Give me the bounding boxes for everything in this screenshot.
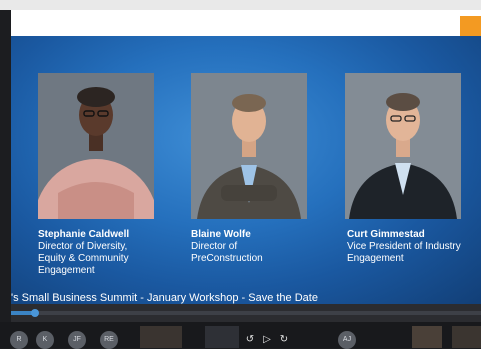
presenter-title-line: PreConstruction [191, 253, 263, 264]
progress-handle[interactable] [30, 309, 39, 317]
participant-video-thumbnail[interactable] [412, 326, 442, 348]
previous-icon[interactable]: ↺ [243, 333, 257, 347]
presenter-title-line: Director of Diversity, [38, 241, 128, 252]
participant-avatar[interactable]: R [10, 331, 28, 349]
participant-avatar[interactable]: JF [68, 331, 86, 349]
slide-header-band [11, 10, 481, 36]
participant-video-thumbnail[interactable] [205, 326, 239, 348]
progress-track [11, 311, 481, 315]
participant-avatar[interactable]: AJ [338, 331, 356, 349]
presenter-photo-3 [345, 73, 461, 219]
presenter-photo-2 [191, 73, 307, 219]
next-icon[interactable]: ↻ [277, 333, 291, 347]
play-icon[interactable]: ▷ [260, 333, 274, 347]
presenter-title-line: Equity & Community [38, 253, 129, 264]
presenter-photo-1 [38, 73, 154, 219]
participant-video-thumbnail[interactable] [140, 326, 182, 348]
presenter-title-3: Vice President of Industry Engagement [347, 241, 481, 265]
playback-progress-bar[interactable] [11, 304, 481, 322]
presenter-title-line: Engagement [38, 265, 95, 276]
presenter-title-2: Director of PreConstruction [191, 241, 341, 265]
presenter-title-1: Director of Diversity, Equity & Communit… [38, 241, 188, 277]
window-top-edge [0, 0, 481, 10]
presenter-name-2: Blaine Wolfe [191, 229, 251, 240]
presenter-title-line: Engagement [347, 253, 404, 264]
presentation-slide: Stephanie Caldwell Director of Diversity… [11, 36, 481, 304]
presenter-title-line: Vice President of Industry [347, 241, 461, 252]
presenter-name-3: Curt Gimmestad [347, 229, 425, 240]
participant-video-thumbnail[interactable] [452, 326, 481, 348]
presenter-title-line: Director of [191, 241, 238, 252]
presenter-name-1: Stephanie Caldwell [38, 229, 130, 240]
video-caption: 's Small Business Summit - January Works… [11, 292, 318, 304]
participant-avatar[interactable]: K [36, 331, 54, 349]
participant-avatar[interactable]: RE [100, 331, 118, 349]
